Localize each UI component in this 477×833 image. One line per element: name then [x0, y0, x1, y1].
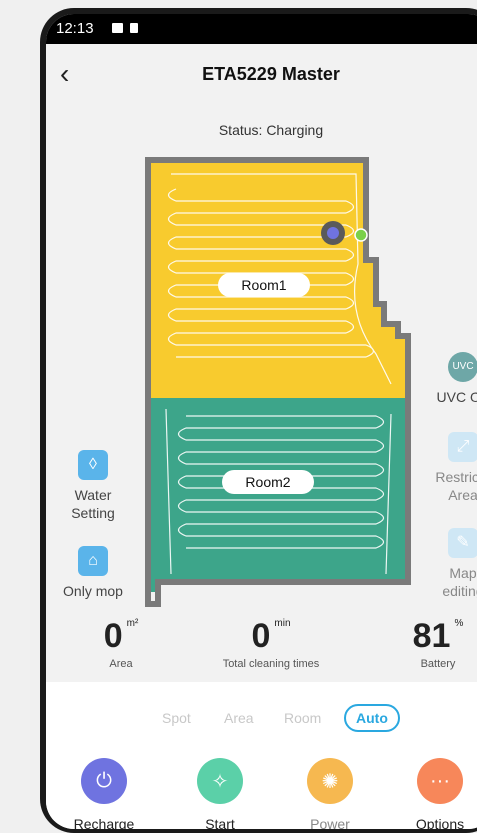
options-label: Options: [415, 816, 465, 829]
water-setting-button[interactable]: ◊ Water Setting: [58, 450, 128, 522]
mode-spot[interactable]: Spot: [162, 710, 191, 726]
mop-icon: ⌂: [78, 546, 108, 576]
broom-icon: ✧: [197, 758, 243, 804]
restricted-area-label-2: Area: [448, 487, 477, 503]
power-button[interactable]: ✺ Power: [290, 758, 370, 829]
cleaning-time-stat: 0 min Total cleaning times: [206, 618, 336, 670]
battery-stat: 81% Battery: [398, 618, 477, 670]
mode-selector: Spot Area Room Auto: [46, 704, 477, 734]
area-label: Area: [109, 658, 133, 670]
recharge-button[interactable]: ⏻ Recharge: [64, 758, 144, 829]
map-editing-label-2: editing: [442, 583, 477, 599]
water-setting-label-2: Setting: [71, 505, 115, 521]
battery-unit: %: [454, 618, 464, 629]
mode-area[interactable]: Area: [224, 710, 254, 726]
cleaning-time-label: Total cleaning times: [222, 658, 320, 670]
room1-label[interactable]: Room1: [218, 273, 310, 297]
only-mop-button[interactable]: ⌂ Only mop: [56, 546, 130, 600]
cleaning-time-value: 0: [251, 617, 271, 655]
start-button[interactable]: ✧ Start: [180, 758, 260, 829]
water-drop-icon: ◊: [78, 450, 108, 480]
restricted-area-icon: ⤢: [448, 432, 477, 462]
only-mop-label: Only mop: [63, 583, 123, 599]
battery-label: Battery: [420, 658, 456, 670]
restricted-area-button[interactable]: ⤢ Restricte Area: [426, 432, 477, 504]
control-panel: Spot Area Room Auto ⏻ Recharge ✧ Start ✺…: [46, 682, 477, 829]
start-label: Start: [205, 816, 235, 829]
area-unit: m²: [126, 618, 139, 629]
uvc-label: UVC OF: [436, 389, 477, 405]
cleaning-map[interactable]: [46, 14, 477, 634]
uvc-icon: UVC: [448, 352, 477, 382]
map-editing-button[interactable]: ✎ Map editing: [426, 528, 477, 600]
recharge-label: Recharge: [73, 816, 135, 829]
map-editing-label-1: Map: [449, 565, 477, 581]
more-icon: ···: [417, 758, 463, 804]
uvc-toggle-button[interactable]: UVC UVC OF: [426, 352, 477, 406]
battery-value: 81: [412, 617, 451, 655]
cleaning-time-unit: min: [274, 618, 291, 629]
charging-dock-marker: [354, 228, 368, 242]
water-setting-label-1: Water: [74, 487, 112, 503]
room2-label[interactable]: Room2: [222, 470, 314, 494]
mode-auto[interactable]: Auto: [344, 704, 400, 732]
phone-screen: 12:13 ≋ ‹ ETA5229 Master Status: Chargin…: [46, 14, 477, 829]
restricted-area-label-1: Restricte: [435, 469, 477, 485]
area-value: 0: [103, 617, 123, 655]
options-button[interactable]: ··· Options: [400, 758, 477, 829]
plug-icon: ⏻: [81, 758, 127, 804]
fan-icon: ✺: [307, 758, 353, 804]
area-stat: 0 m² Area: [86, 618, 156, 670]
room2-area: [148, 398, 408, 592]
mode-room[interactable]: Room: [284, 710, 321, 726]
map-edit-icon: ✎: [448, 528, 477, 558]
power-label: Power: [310, 816, 350, 829]
